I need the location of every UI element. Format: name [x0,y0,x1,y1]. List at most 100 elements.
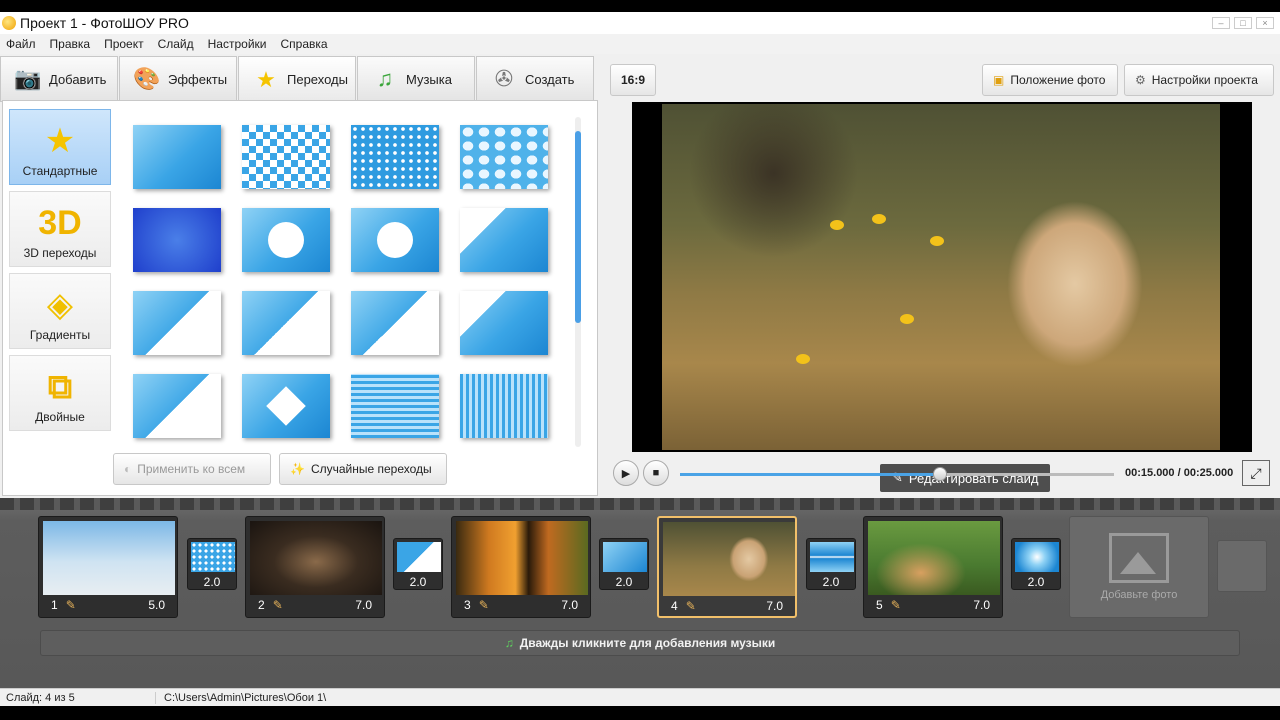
flower [872,214,886,224]
transition-thumb[interactable] [460,374,548,438]
transition-thumb[interactable] [242,374,330,438]
tab-create[interactable]: ✇ Создать [476,56,594,102]
music-track[interactable]: ♫ Дважды кликните для добавления музыки [40,630,1240,656]
slide-thumbnail [456,521,588,595]
transition-thumb[interactable] [133,291,221,355]
pencil-icon[interactable]: ✎ [891,598,901,612]
apply-icon: ◐ [124,462,132,476]
category-3d[interactable]: 3D 3D переходы [9,191,111,267]
transition-duration: 2.0 [1027,575,1045,589]
title-bar: Проект 1 - ФотоШОУ PRO – □ × [0,12,1280,34]
play-button[interactable]: ▶ [613,460,639,486]
transition-duration: 2.0 [822,575,840,589]
fullscreen-button[interactable]: ⤢ [1242,460,1270,486]
tab-effects[interactable]: 🎨 Эффекты [119,56,237,102]
window-controls: – □ × [1212,17,1274,29]
transition-thumb[interactable] [133,208,221,272]
palette-icon: 🎨 [133,66,161,91]
tab-transitions[interactable]: ★ Переходы [238,56,356,102]
transition-thumb[interactable] [460,291,548,355]
flower [796,354,810,364]
magic-wand-icon: ✨ [290,462,305,476]
apply-to-all-label: Применить ко всем [137,462,246,476]
flower [830,220,844,230]
pencil-icon[interactable]: ✎ [686,599,696,613]
add-photo-button[interactable]: Добавьте фото [1069,516,1209,618]
menu-project[interactable]: Проект [104,37,144,51]
maximize-icon[interactable]: □ [1234,17,1252,29]
transition-thumb[interactable] [133,125,221,189]
slide-number: 2 [258,598,265,612]
menu-slide[interactable]: Слайд [158,37,194,51]
project-settings-button[interactable]: ⚙ Настройки проекта [1124,64,1274,96]
transition-thumb[interactable] [242,125,330,189]
star-icon: ★ [44,122,76,160]
transition-categories: ★ Стандартные 3D 3D переходы ◈ Градиенты… [9,109,111,437]
timeline-transition[interactable]: 2.0 [393,538,443,590]
star-icon: ★ [256,66,276,92]
timeline-slide[interactable]: 5 ✎ 7.0 [863,516,1003,618]
photo-position-label: Положение фото [1010,73,1106,87]
apply-to-all-button[interactable]: ◐ Применить ко всем [113,453,271,485]
transition-thumb[interactable] [242,208,330,272]
slide-duration: 7.0 [766,599,783,613]
transition-thumbnail [397,542,441,572]
timeline-transition[interactable]: 2.0 [187,538,237,590]
timeline-transition[interactable]: 2.0 [599,538,649,590]
transition-thumb[interactable] [460,208,548,272]
menu-edit[interactable]: Правка [50,37,91,51]
transition-thumbnail [1015,542,1059,572]
timeline-transition[interactable]: 2.0 [806,538,856,590]
transition-thumb[interactable] [351,208,439,272]
minimize-icon[interactable]: – [1212,17,1230,29]
3d-icon: 3D [38,203,82,242]
slide-preview[interactable]: ✎ Редактировать слайд [632,102,1252,492]
transition-thumb[interactable] [351,374,439,438]
photo-position-button[interactable]: ▣ Положение фото [982,64,1118,96]
transition-thumb[interactable] [242,291,330,355]
category-double[interactable]: ⧉ Двойные [9,355,111,431]
transition-thumb[interactable] [351,125,439,189]
category-standard[interactable]: ★ Стандартные [9,109,111,185]
pencil-icon[interactable]: ✎ [273,598,283,612]
tab-music[interactable]: ♫ Музыка [357,56,475,102]
timeline-slide-active[interactable]: 4 ✎ 7.0 [657,516,797,618]
timeline-slide[interactable]: 2 ✎ 7.0 [245,516,385,618]
gear-icon: ⚙ [1135,73,1146,87]
category-gradients[interactable]: ◈ Градиенты [9,273,111,349]
pencil-icon[interactable]: ✎ [66,598,76,612]
flower [930,236,944,246]
scrollbar-thumb[interactable] [575,131,581,323]
menu-settings[interactable]: Настройки [208,37,267,51]
empty-transition-slot[interactable] [1217,540,1267,592]
playback-handle[interactable] [933,467,948,481]
tab-transitions-label: Переходы [287,72,348,87]
timeline-slide[interactable]: 1 ✎ 5.0 [38,516,178,618]
pencil-icon[interactable]: ✎ [479,598,489,612]
aspect-ratio-button[interactable]: 16:9 [610,64,656,96]
menu-file[interactable]: Файл [6,37,36,51]
timeline-transition[interactable]: 2.0 [1011,538,1061,590]
slide-thumbnail [43,521,175,595]
tab-add[interactable]: 📷 Добавить [0,56,118,102]
slide-meta: 2 ✎ 7.0 [250,595,380,615]
transition-thumb[interactable] [133,374,221,438]
timeline-slide[interactable]: 3 ✎ 7.0 [451,516,591,618]
random-transitions-button[interactable]: ✨ Случайные переходы [279,453,447,485]
menu-help[interactable]: Справка [280,37,327,51]
project-settings-label: Настройки проекта [1151,73,1258,87]
double-frame-icon: ⧉ [47,367,73,406]
transition-thumb[interactable] [351,291,439,355]
stop-button[interactable]: ■ [643,460,669,486]
slide-thumbnail [663,522,795,596]
playback-slider[interactable] [680,467,1114,481]
transition-thumb[interactable] [460,125,548,189]
transitions-scrollbar[interactable] [575,117,581,447]
close-icon[interactable]: × [1256,17,1274,29]
left-panel: 📷 Добавить 🎨 Эффекты ★ Переходы ♫ Музыка… [0,54,604,498]
add-photo-label: Добавьте фото [1100,589,1178,601]
aspect-ratio-label: 16:9 [620,73,646,87]
playback-progress [680,473,941,476]
menu-bar: Файл Правка Проект Слайд Настройки Справ… [0,34,1280,54]
tab-music-label: Музыка [406,71,452,87]
